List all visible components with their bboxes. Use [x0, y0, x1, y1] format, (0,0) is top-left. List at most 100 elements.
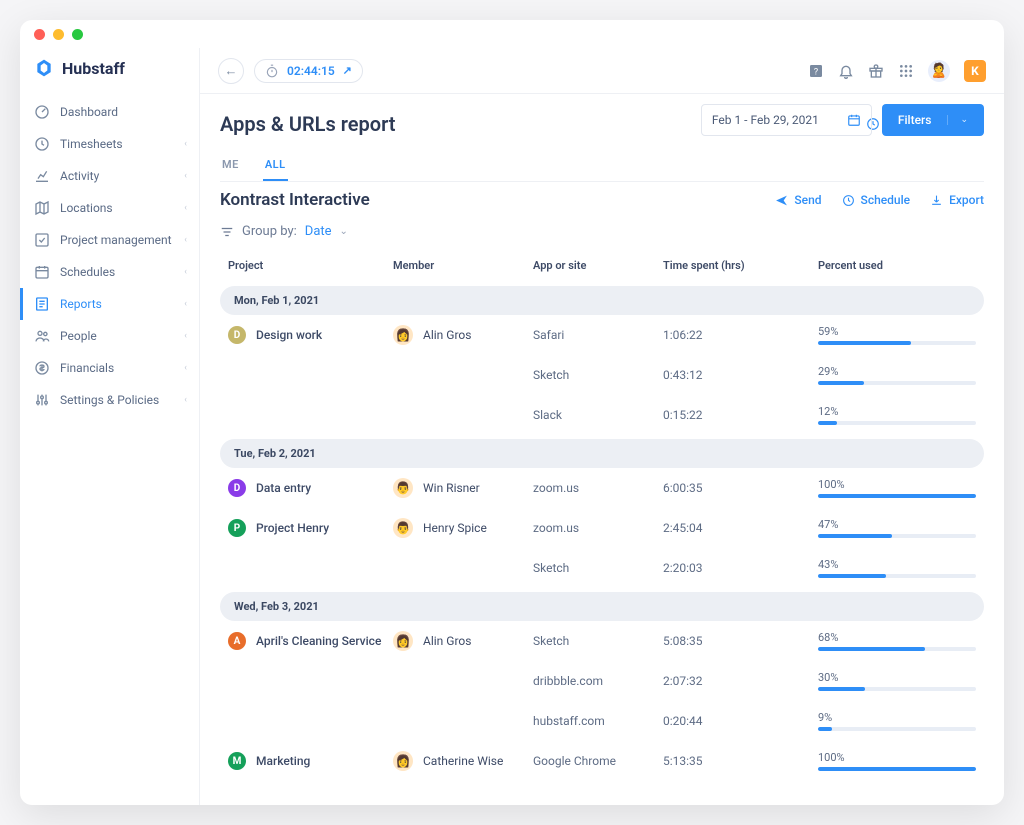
project-name: Marketing	[256, 754, 310, 768]
minimize-window-dot[interactable]	[53, 29, 64, 40]
table-row: PProject Henry👨Henry Spicezoom.us2:45:04…	[220, 508, 984, 548]
percent-cell: 9%	[818, 711, 976, 731]
nav-label: Reports	[60, 297, 102, 311]
svg-text:?: ?	[814, 66, 819, 77]
col-percent: Percent used	[818, 259, 976, 272]
nav-item-locations[interactable]: Locations‹	[20, 192, 199, 224]
export-action[interactable]: Export	[930, 193, 984, 207]
col-time: Time spent (hrs)	[663, 259, 818, 272]
nav-item-reports[interactable]: Reports‹	[20, 288, 199, 320]
percent-cell: 29%	[818, 365, 976, 385]
help-icon[interactable]: ?	[808, 63, 824, 79]
tab-me[interactable]: ME	[220, 150, 241, 181]
percent-label: 100%	[818, 478, 976, 491]
nav-item-settings-policies[interactable]: Settings & Policies ‹	[20, 384, 199, 416]
gift-icon[interactable]	[868, 63, 884, 79]
project-name: Data entry	[256, 481, 311, 495]
main-content: ← 02:44:15 ↗ ? 🙎 K	[200, 48, 1004, 805]
topbar-actions: ? 🙎 K	[808, 60, 986, 82]
org-badge[interactable]: K	[964, 60, 986, 82]
percent-cell: 59%	[818, 325, 976, 345]
member-name: Alin Gros	[423, 634, 471, 648]
col-app: App or site	[533, 259, 663, 272]
app-name: Sketch	[533, 634, 663, 648]
time-spent: 5:13:35	[663, 754, 818, 768]
close-window-dot[interactable]	[34, 29, 45, 40]
schedule-action[interactable]: Schedule	[842, 193, 911, 207]
table-row: hubstaff.com0:20:449%	[220, 701, 984, 741]
percent-fill	[818, 727, 832, 731]
table-row: DDesign work👩Alin GrosSafari1:06:2259%	[220, 315, 984, 355]
nav-item-schedules[interactable]: Schedules‹	[20, 256, 199, 288]
bell-icon[interactable]	[838, 63, 854, 79]
percent-label: 43%	[818, 558, 976, 571]
project-badge: D	[228, 479, 246, 497]
table-row: Sketch2:20:0343%	[220, 548, 984, 588]
nav-label: Settings & Policies	[60, 393, 159, 407]
nav-item-financials[interactable]: Financials‹	[20, 352, 199, 384]
popout-icon[interactable]: ↗	[343, 64, 352, 77]
send-icon	[775, 194, 788, 207]
back-button[interactable]: ←	[218, 58, 244, 84]
calendar-icon	[34, 264, 50, 280]
app-name: Sketch	[533, 561, 663, 575]
percent-cell: 47%	[818, 518, 976, 538]
percent-fill	[818, 421, 837, 425]
brand-logo[interactable]: Hubstaff	[20, 54, 199, 96]
nav-item-dashboard[interactable]: Dashboard	[20, 96, 199, 128]
project-badge: A	[228, 632, 246, 650]
table-row: MMarketing👩Catherine WiseGoogle Chrome5:…	[220, 741, 984, 781]
nav-item-activity[interactable]: Activity‹	[20, 160, 199, 192]
chevron-down-icon: ⌄	[947, 115, 968, 125]
send-action[interactable]: Send	[775, 193, 821, 207]
percent-label: 29%	[818, 365, 976, 378]
percent-track	[818, 494, 976, 498]
nav-item-people[interactable]: People‹	[20, 320, 199, 352]
brand-label: Hubstaff	[62, 59, 125, 78]
apps-grid-icon[interactable]	[898, 63, 914, 79]
percent-track	[818, 341, 976, 345]
app-name: Sketch	[533, 368, 663, 382]
filters-button[interactable]: Filters ⌄	[882, 104, 984, 136]
topbar: ← 02:44:15 ↗ ? 🙎 K	[200, 48, 1004, 94]
table-header: Project Member App or site Time spent (h…	[220, 249, 984, 282]
date-range-picker[interactable]: Feb 1 - Feb 29, 2021	[701, 104, 872, 136]
nav-item-timesheets[interactable]: Timesheets‹	[20, 128, 199, 160]
project-name: Project Henry	[256, 521, 329, 535]
percent-fill	[818, 647, 925, 651]
day-header: Tue, Feb 2, 2021	[220, 439, 984, 468]
time-spent: 6:00:35	[663, 481, 818, 495]
tab-all[interactable]: ALL	[263, 150, 288, 181]
chevron-left-icon: ‹	[184, 395, 187, 405]
table-body: Mon, Feb 1, 2021DDesign work👩Alin GrosSa…	[220, 286, 984, 781]
app-name: Safari	[533, 328, 663, 342]
percent-label: 100%	[818, 751, 976, 764]
app-name: zoom.us	[533, 481, 663, 495]
nav-label: People	[60, 329, 97, 343]
report-icon	[34, 296, 50, 312]
app-window: Hubstaff DashboardTimesheets‹Activity‹Lo…	[20, 20, 1004, 805]
nav-label: Dashboard	[60, 105, 118, 119]
user-avatar[interactable]: 🙎	[928, 60, 950, 82]
nav-label: Schedules	[60, 265, 115, 279]
project-badge: P	[228, 519, 246, 537]
hubstaff-icon	[34, 58, 54, 78]
member-avatar: 👩	[393, 751, 413, 771]
percent-track	[818, 647, 976, 651]
percent-cell: 100%	[818, 478, 976, 498]
time-spent: 2:45:04	[663, 521, 818, 535]
window-titlebar	[20, 20, 1004, 48]
sidebar: Hubstaff DashboardTimesheets‹Activity‹Lo…	[20, 48, 200, 805]
gauge-icon	[34, 104, 50, 120]
time-spent: 0:43:12	[663, 368, 818, 382]
chevron-down-icon: ⌄	[340, 226, 348, 237]
nav-label: Locations	[60, 201, 113, 215]
percent-fill	[818, 381, 864, 385]
nav-item-project-management[interactable]: Project management‹	[20, 224, 199, 256]
percent-track	[818, 534, 976, 538]
project-name: April's Cleaning Service	[256, 634, 381, 648]
timer-widget[interactable]: 02:44:15 ↗	[254, 59, 363, 83]
maximize-window-dot[interactable]	[72, 29, 83, 40]
calendar-icon	[847, 113, 861, 127]
group-by-control[interactable]: Group by: Date ⌄	[220, 224, 984, 239]
